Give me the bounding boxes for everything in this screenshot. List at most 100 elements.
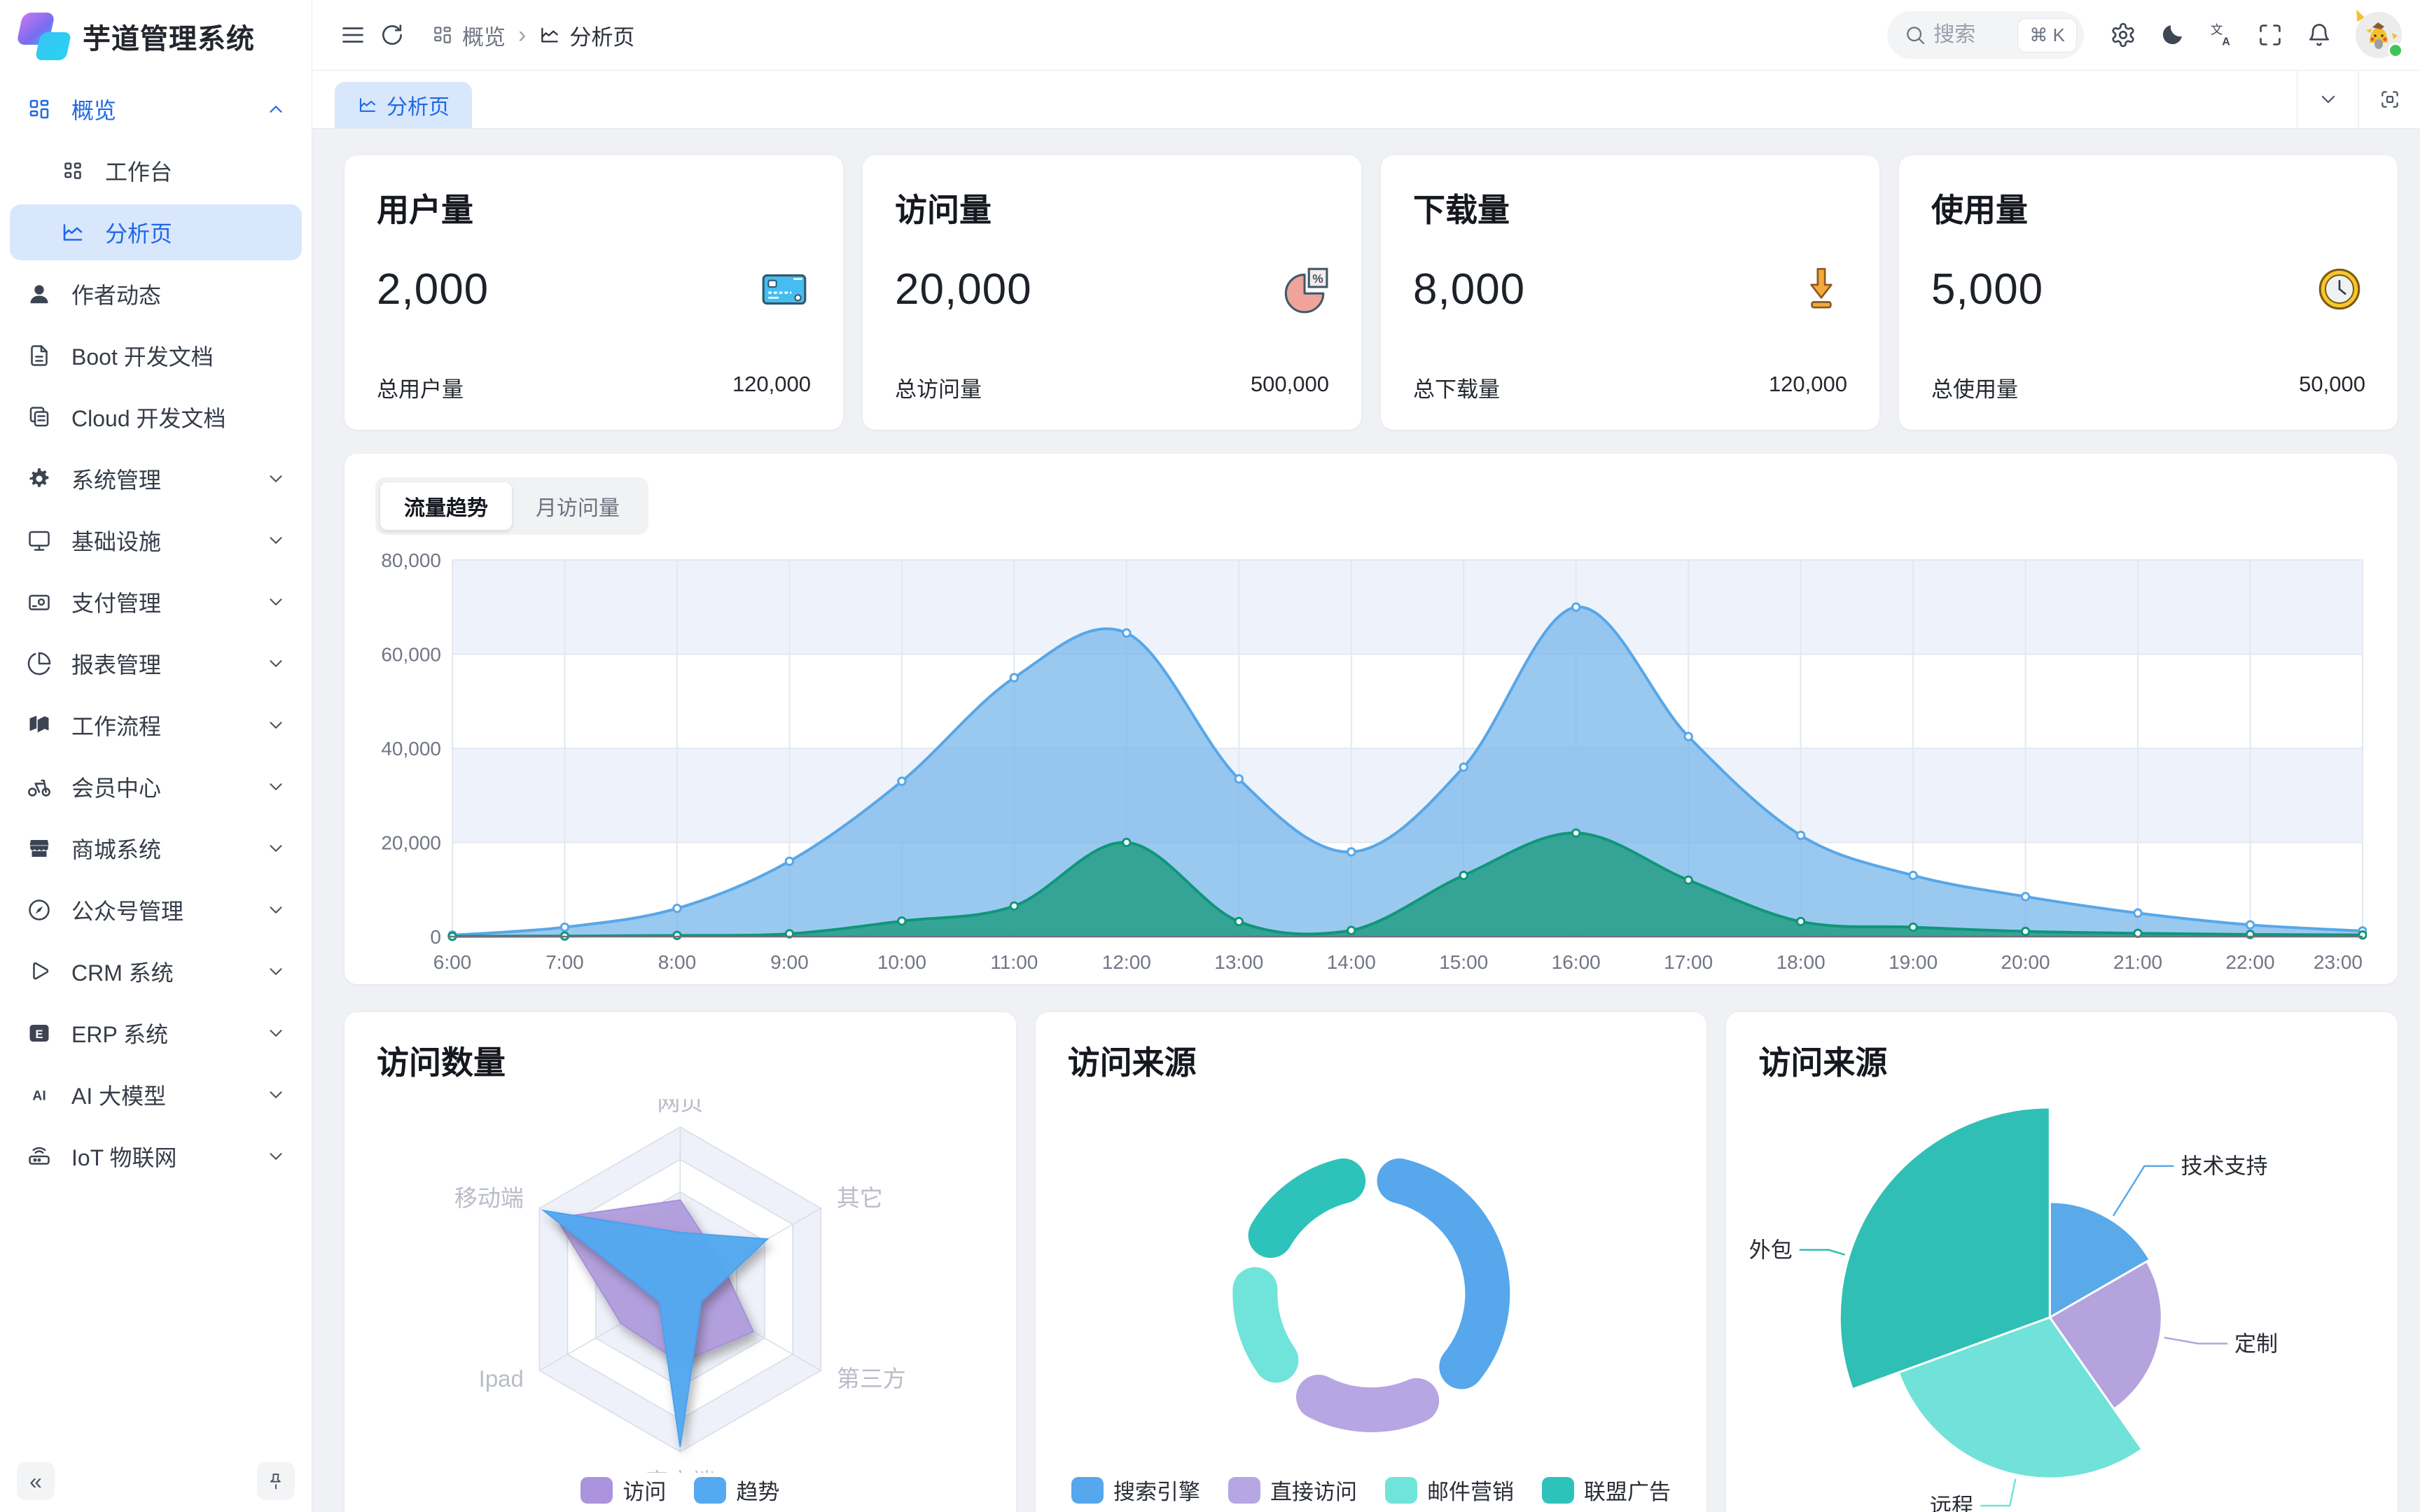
docs-icon bbox=[25, 403, 53, 431]
sidebar-item-12[interactable]: 商城系统 bbox=[10, 820, 302, 876]
legend-swatch bbox=[1228, 1477, 1260, 1504]
tab-analysis-page[interactable]: 分析页 bbox=[335, 82, 472, 128]
traffic-tab-0[interactable]: 流量趋势 bbox=[380, 482, 512, 530]
page-content: 用户量2,000总用户量120,000访问量20,000%总访问量500,000… bbox=[312, 129, 2420, 1512]
donut-legend-item-3[interactable]: 联盟广告 bbox=[1542, 1474, 1671, 1506]
sidebar-item-0[interactable]: 概览 bbox=[10, 81, 302, 137]
pie-pink-icon: % bbox=[1277, 263, 1329, 315]
chevron-down-icon bbox=[265, 715, 286, 736]
sidebar-item-label: Cloud 开发文档 bbox=[71, 401, 286, 433]
search-icon bbox=[1904, 24, 1926, 46]
svg-text:0: 0 bbox=[430, 926, 441, 948]
sidebar-item-15[interactable]: EERP 系统 bbox=[10, 1005, 302, 1061]
donut-slice-直接访问[interactable] bbox=[1319, 1397, 1417, 1410]
svg-text:%: % bbox=[1312, 272, 1323, 286]
user-avatar[interactable] bbox=[2356, 12, 2402, 58]
sidebar-item-11[interactable]: 会员中心 bbox=[10, 759, 302, 815]
sidebar-item-5[interactable]: Cloud 开发文档 bbox=[10, 389, 302, 445]
menu-toggle-button[interactable] bbox=[333, 15, 373, 55]
svg-text:6:00: 6:00 bbox=[433, 951, 472, 973]
traffic-tab-1[interactable]: 月访问量 bbox=[512, 482, 644, 530]
chevron-down-icon bbox=[265, 530, 286, 551]
stat-value: 2,000 bbox=[377, 265, 489, 314]
user-icon bbox=[25, 280, 53, 308]
chevron-down-icon bbox=[265, 838, 286, 859]
sidebar-item-16[interactable]: AIAI 大模型 bbox=[10, 1067, 302, 1123]
breadcrumb-item-overview[interactable]: 概览 bbox=[431, 20, 506, 51]
sidebar-item-2[interactable]: 分析页 bbox=[10, 204, 302, 260]
visits-radar-chart[interactable]: 网页其它第三方客户端Ipad移动端 bbox=[345, 1099, 1016, 1473]
stat-value: 8,000 bbox=[1413, 265, 1525, 314]
content-fullscreen-button[interactable] bbox=[2358, 71, 2420, 128]
iot-icon bbox=[25, 1142, 53, 1170]
refresh-button[interactable] bbox=[373, 15, 412, 55]
chevron-up-icon bbox=[265, 99, 286, 120]
sidebar-item-label: 分析页 bbox=[105, 216, 286, 248]
radar-legend-item-0[interactable]: 访问 bbox=[580, 1474, 666, 1506]
settings-button[interactable] bbox=[2103, 15, 2143, 55]
grid-icon bbox=[431, 24, 454, 46]
sidebar-item-1[interactable]: 工作台 bbox=[10, 143, 302, 199]
app-logo[interactable]: 芋道管理系统 bbox=[0, 0, 312, 73]
sidebar-item-label: 系统管理 bbox=[71, 463, 265, 495]
visits-radar-card: 访问数量 网页其它第三方客户端Ipad移动端 访问趋势 bbox=[345, 1012, 1016, 1512]
play-icon bbox=[25, 958, 53, 986]
chevron-down-icon bbox=[265, 961, 286, 982]
legend-swatch bbox=[1385, 1477, 1417, 1504]
sidebar-item-4[interactable]: Boot 开发文档 bbox=[10, 328, 302, 384]
gear-icon bbox=[25, 465, 53, 493]
donut-legend-item-1[interactable]: 直接访问 bbox=[1228, 1474, 1357, 1506]
svg-text:14:00: 14:00 bbox=[1327, 951, 1376, 973]
traffic-trend-chart[interactable]: 020,00040,00060,00080,0006:007:008:009:0… bbox=[375, 550, 2367, 998]
breadcrumb-item-analysis[interactable]: 分析页 bbox=[538, 20, 634, 51]
app-title: 芋道管理系统 bbox=[83, 16, 255, 57]
sidebar-item-6[interactable]: 系统管理 bbox=[10, 451, 302, 507]
chart-icon bbox=[538, 24, 561, 46]
visit-source-rose-chart[interactable]: 技术支持定制远程外包 bbox=[1726, 1099, 2398, 1512]
search-input[interactable] bbox=[1933, 23, 2010, 47]
language-button[interactable]: 文A bbox=[2202, 15, 2241, 55]
radar-legend: 访问趋势 bbox=[345, 1474, 1016, 1506]
sidebar-item-17[interactable]: IoT 物联网 bbox=[10, 1128, 302, 1184]
sidebar-item-14[interactable]: CRM 系统 bbox=[10, 944, 302, 1000]
donut-legend-item-2[interactable]: 邮件营销 bbox=[1385, 1474, 1514, 1506]
svg-text:Ipad: Ipad bbox=[479, 1366, 524, 1392]
notifications-button[interactable] bbox=[2300, 15, 2339, 55]
donut-slice-邮件营销[interactable] bbox=[1255, 1289, 1276, 1360]
sidebar: 芋道管理系统 概览工作台分析页作者动态 Boot 开发文档 Cloud 开发文档系统… bbox=[0, 0, 312, 1512]
search-box[interactable]: ⌘ K bbox=[1887, 11, 2084, 59]
sidebar-item-7[interactable]: 基础设施 bbox=[10, 512, 302, 568]
tab-list-dropdown-button[interactable] bbox=[2297, 71, 2358, 128]
stat-card-2: 下载量8,000总下载量120,000 bbox=[1381, 155, 1879, 430]
compass-icon bbox=[25, 896, 53, 924]
sidebar-item-label: 报表管理 bbox=[71, 648, 265, 680]
sidebar-item-label: 公众号管理 bbox=[71, 894, 265, 926]
visit-source-donut-chart[interactable] bbox=[1036, 1099, 1707, 1473]
stat-footer-label: 总访问量 bbox=[895, 372, 982, 403]
sidebar-item-3[interactable]: 作者动态 bbox=[10, 266, 302, 322]
stat-footer-label: 总用户量 bbox=[377, 372, 464, 403]
chart-icon bbox=[59, 218, 87, 246]
card-title: 访问来源 bbox=[1036, 1037, 1707, 1084]
legend-swatch bbox=[580, 1477, 613, 1504]
theme-toggle-button[interactable] bbox=[2153, 15, 2192, 55]
sidebar-item-9[interactable]: 报表管理 bbox=[10, 636, 302, 692]
sidebar-item-10[interactable]: 工作流程 bbox=[10, 697, 302, 753]
chevron-down-icon bbox=[265, 468, 286, 489]
radar-legend-item-1[interactable]: 趋势 bbox=[694, 1474, 779, 1506]
bell-icon bbox=[2306, 22, 2332, 48]
rose-label-技术支持: 技术支持 bbox=[2181, 1154, 2268, 1179]
chevron-down-icon bbox=[265, 776, 286, 797]
monitor-icon bbox=[25, 526, 53, 554]
sidebar-collapse-button[interactable]: « bbox=[17, 1462, 55, 1500]
donut-slice-联盟广告[interactable] bbox=[1270, 1181, 1343, 1236]
donut-slice-搜索引擎[interactable] bbox=[1399, 1181, 1487, 1367]
sidebar-pin-button[interactable] bbox=[257, 1462, 295, 1500]
sidebar-item-8[interactable]: 支付管理 bbox=[10, 574, 302, 630]
store-icon bbox=[25, 834, 53, 862]
donut-legend-item-0[interactable]: 搜索引擎 bbox=[1071, 1474, 1200, 1506]
card-icon bbox=[25, 588, 53, 616]
stat-card-3: 使用量5,000总使用量50,000 bbox=[1899, 155, 2398, 430]
fullscreen-button[interactable] bbox=[2251, 15, 2290, 55]
sidebar-item-13[interactable]: 公众号管理 bbox=[10, 882, 302, 938]
